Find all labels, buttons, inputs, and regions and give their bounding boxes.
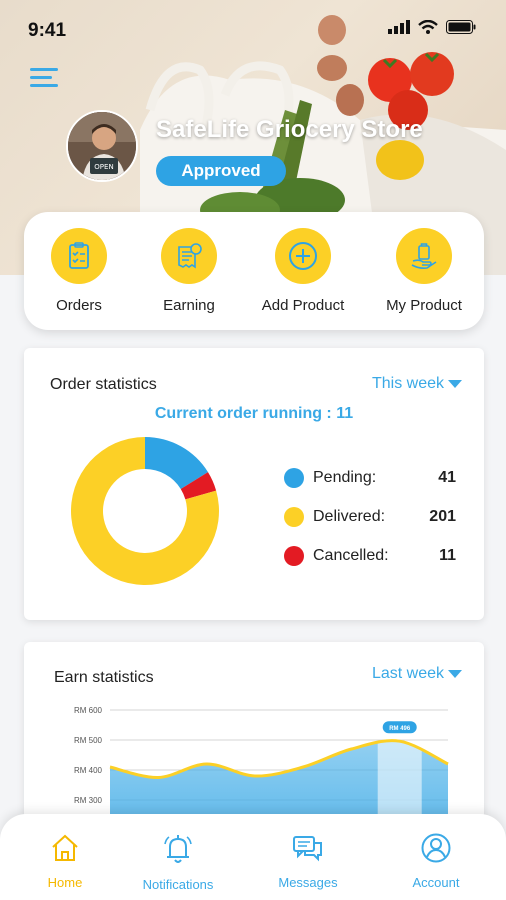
nav-messages[interactable]: Messages [253, 832, 363, 890]
user-circle-icon [421, 833, 451, 863]
wifi-icon [418, 20, 438, 34]
menu-icon-line [30, 76, 52, 79]
order-donut-chart [71, 437, 220, 585]
legend-dot-delivered [284, 506, 304, 527]
order-period-dropdown[interactable]: This week [372, 375, 462, 393]
nav-account-label: Account [412, 875, 460, 890]
signal-icon [388, 20, 410, 34]
chat-bubbles-icon [293, 836, 322, 862]
order-period-label: This week [371, 375, 444, 392]
highlight-value-label: RM 496 [389, 726, 411, 732]
nav-home-label: Home [47, 875, 83, 890]
home-icon [52, 834, 78, 861]
order-legend: Pending: 41 Delivered: 201 Cancelled: 11 [284, 458, 456, 575]
status-icons [388, 20, 476, 34]
legend-label: Delivered: [313, 507, 386, 525]
legend-delivered: Delivered: 201 [284, 497, 456, 536]
legend-value: 41 [438, 468, 456, 486]
y-tick-label: RM 400 [74, 766, 103, 775]
legend-label: Cancelled: [313, 546, 389, 564]
current-orders-running: Current order running : 11 [154, 405, 354, 422]
bottom-navigation: Home Notifications Messages Account [0, 814, 506, 900]
nav-messages-label: Messages [278, 875, 338, 890]
plus-circle-icon [289, 242, 317, 270]
legend-value: 201 [429, 507, 456, 525]
nav-notifications-label: Notifications [142, 877, 214, 892]
store-name: SafeLife Griocery Store [156, 116, 423, 143]
action-earning-label: Earning [163, 297, 215, 314]
y-tick-label: RM 500 [74, 736, 103, 745]
action-orders-label: Orders [56, 297, 102, 314]
battery-icon [446, 20, 476, 34]
nav-home[interactable]: Home [10, 832, 120, 890]
y-tick-label: RM 600 [74, 706, 103, 715]
status-time: 9:41 [28, 20, 67, 41]
nav-notifications[interactable]: Notifications [123, 832, 233, 892]
legend-label: Pending: [313, 468, 377, 486]
action-my-product-label: My Product [386, 297, 462, 314]
action-earning[interactable]: Earning [134, 228, 244, 314]
hand-bag-icon [411, 243, 437, 269]
legend-cancelled: Cancelled: 11 [284, 536, 456, 575]
earn-area-chart: RM 600 RM 500 RM 400 RM 300 RM 496 [74, 706, 449, 842]
receipt-coin-icon [178, 243, 202, 269]
earn-statistics-card: Earn statistics Last week RM 600 RM 500 RM… [24, 642, 484, 842]
legend-dot-cancelled [284, 545, 304, 566]
avatar[interactable]: OPEN [66, 110, 138, 182]
order-statistics-card: Order statistics This week Current order… [24, 348, 484, 620]
menu-icon-line [30, 84, 58, 87]
legend-pending: Pending: 41 [284, 458, 456, 497]
legend-dot-pending [284, 467, 304, 488]
chevron-down-icon [448, 380, 462, 388]
menu-button[interactable] [30, 66, 60, 90]
order-statistics-title: Order statistics [50, 376, 157, 393]
action-orders[interactable]: Orders [24, 228, 134, 314]
action-my-product[interactable]: My Product [369, 228, 479, 314]
nav-account[interactable]: Account [381, 832, 491, 890]
legend-value: 11 [439, 546, 456, 564]
bell-icon [164, 835, 192, 863]
action-add-product-label: Add Product [261, 297, 345, 314]
clipboard-list-icon [69, 242, 89, 269]
quick-actions-card: Orders Earning Add Product My Product [24, 212, 484, 330]
status-badge: Approved [156, 156, 286, 186]
y-tick-label: RM 300 [74, 796, 103, 805]
action-add-product[interactable]: Add Product [248, 228, 358, 314]
menu-icon [30, 68, 58, 71]
svg-text:OPEN: OPEN [94, 163, 113, 171]
status-bar: 9:41 [0, 0, 506, 60]
